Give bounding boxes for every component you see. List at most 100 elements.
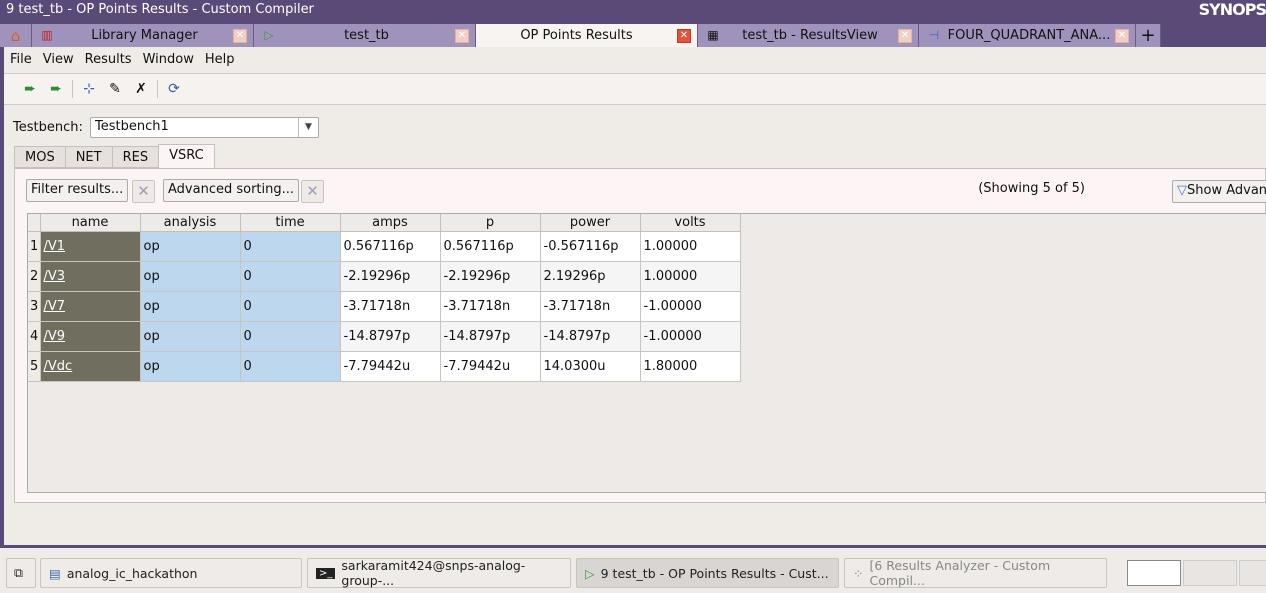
table-row[interactable]: 1/V1 op 0 0.567116p 0.567116p -0.567116p 1.000… bbox=[28, 231, 741, 262]
chevron-down-icon[interactable]: ▼ bbox=[298, 118, 318, 137]
row-number: 1 bbox=[28, 231, 41, 262]
tab-four-quadrant[interactable]: ⊣ FOUR_QUADRANT_ANA... ✕ bbox=[919, 24, 1136, 47]
workspace-1[interactable] bbox=[1127, 560, 1181, 586]
table-row[interactable]: 3/V7 op 0 -3.71718n -3.71718n -3.71718n -1.000… bbox=[28, 291, 741, 322]
tab-net[interactable]: NET bbox=[64, 146, 113, 168]
row-number: 4 bbox=[28, 321, 41, 352]
cell-power: -14.8797p bbox=[540, 321, 641, 352]
cell-p: 0.567116p bbox=[440, 231, 541, 262]
annotate-icon[interactable]: ✎ bbox=[105, 79, 125, 99]
row-number: 3 bbox=[28, 291, 41, 322]
taskbar-item[interactable]: ▷ 9 test_tb - OP Points Results - Cust... bbox=[576, 558, 839, 588]
cell-p: -7.79442u bbox=[440, 351, 541, 382]
toolbar-separator bbox=[72, 80, 73, 98]
cell-volts: 1.00000 bbox=[640, 231, 741, 262]
file-manager-icon: ▤ bbox=[49, 565, 61, 581]
column-header-volts[interactable]: volts bbox=[640, 214, 741, 232]
cell-analysis: op bbox=[140, 351, 241, 382]
windows-icon: ⧉ bbox=[14, 565, 23, 580]
menu-help[interactable]: Help bbox=[205, 52, 235, 67]
tab-library-manager[interactable]: ▥ Library Manager ✕ bbox=[32, 24, 254, 47]
app-window: File View Results Window Help ➨ ➨ ⊹ ✎ ✗ … bbox=[4, 47, 1266, 545]
close-icon[interactable]: ✕ bbox=[455, 28, 469, 43]
cell-name[interactable]: /Vdc bbox=[40, 351, 141, 382]
home-tab[interactable]: ⌂ bbox=[0, 24, 32, 47]
close-icon[interactable]: ✕ bbox=[1115, 28, 1129, 43]
filter-results-button[interactable]: Filter results... bbox=[26, 179, 129, 202]
close-icon[interactable]: ✕ bbox=[677, 28, 691, 43]
triangle-down-icon: ▽ bbox=[1177, 183, 1187, 198]
column-header-name[interactable]: name bbox=[40, 214, 141, 232]
tab-mos[interactable]: MOS bbox=[14, 146, 66, 168]
testbench-select[interactable]: Testbench1 ▼ bbox=[90, 117, 319, 138]
probe-icon[interactable]: ⊹ bbox=[79, 79, 99, 99]
cell-name[interactable]: /V7 bbox=[40, 291, 141, 322]
close-icon[interactable]: ✕ bbox=[233, 28, 247, 43]
clear-sorting-button[interactable]: ✕ bbox=[301, 180, 324, 203]
cell-volts: -1.00000 bbox=[640, 321, 741, 352]
cell-volts: 1.00000 bbox=[640, 261, 741, 292]
workspace-2[interactable] bbox=[1183, 560, 1237, 586]
cell-analysis: op bbox=[140, 291, 241, 322]
mosfet-icon: ⊣ bbox=[928, 27, 940, 42]
new-tab-button[interactable]: + bbox=[1136, 24, 1161, 47]
cell-volts: 1.80000 bbox=[640, 351, 741, 382]
cell-time: 0 bbox=[240, 351, 341, 382]
cell-name[interactable]: /V1 bbox=[40, 231, 141, 262]
column-header-time[interactable]: time bbox=[240, 214, 341, 232]
taskbar-item[interactable]: ⁘ [6 Results Analyzer - Custom Compil... bbox=[844, 558, 1107, 588]
cell-power: -0.567116p bbox=[540, 231, 641, 262]
schematic-icon: ▷ bbox=[264, 27, 274, 42]
advanced-sorting-button[interactable]: Advanced sorting... bbox=[163, 179, 300, 202]
menu-window[interactable]: Window bbox=[143, 52, 194, 67]
plus-icon: + bbox=[1140, 25, 1156, 46]
tab-vsrc[interactable]: VSRC bbox=[158, 144, 215, 168]
menu-view[interactable]: View bbox=[43, 52, 74, 67]
column-header-p[interactable]: p bbox=[440, 214, 541, 232]
table-row[interactable]: 4/V9 op 0 -14.8797p -14.8797p -14.8797p -1.000… bbox=[28, 321, 741, 352]
tab-test-tb[interactable]: ▷ test_tb ✕ bbox=[254, 24, 476, 47]
cell-analysis: op bbox=[140, 321, 241, 352]
refresh-icon[interactable]: ⟳ bbox=[164, 79, 184, 99]
column-header-analysis[interactable]: analysis bbox=[140, 214, 241, 232]
results-analyzer-icon: ⁘ bbox=[853, 565, 864, 581]
cell-volts: -1.00000 bbox=[640, 291, 741, 322]
toolbar-separator bbox=[157, 80, 158, 98]
table-row[interactable]: 2/V3 op 0 -2.19296p -2.19296p 2.19296p 1.00000 bbox=[28, 261, 741, 292]
taskbar-item[interactable]: >_ sarkaramit424@snps-analog-group-... bbox=[307, 558, 571, 588]
table-row[interactable]: 5/Vdc op 0 -7.79442u -7.79442u 14.0300u 1.8000… bbox=[28, 351, 741, 382]
table-icon: ▦ bbox=[707, 27, 719, 42]
taskbar-item[interactable]: ▤ analog_ic_hackathon bbox=[40, 558, 302, 588]
show-desktop-button[interactable]: ⧉ bbox=[6, 558, 36, 588]
cell-time: 0 bbox=[240, 321, 341, 352]
cell-power: -3.71718n bbox=[540, 291, 641, 322]
export-all-icon[interactable]: ➨ bbox=[46, 79, 66, 99]
menu-results[interactable]: Results bbox=[85, 52, 132, 67]
menu-file[interactable]: File bbox=[10, 52, 32, 67]
tab-bar: ⌂ ▥ Library Manager ✕ ▷ test_tb ✕ OP Points … bbox=[0, 24, 1266, 47]
column-header-amps[interactable]: amps bbox=[340, 214, 441, 232]
tab-results-view[interactable]: ▦ test_tb - ResultsView ✕ bbox=[698, 24, 919, 47]
row-number: 2 bbox=[28, 261, 41, 292]
cell-name[interactable]: /V9 bbox=[40, 321, 141, 352]
clear-filter-button[interactable]: ✕ bbox=[132, 180, 155, 203]
result-type-tabs: MOS NET RES VSRC bbox=[14, 144, 215, 168]
results-panel: Filter results... ✕ Advanced sorting... … bbox=[14, 168, 1266, 503]
schematic-icon: ▷ bbox=[585, 565, 595, 581]
show-advanced-button[interactable]: ▽Show Advan bbox=[1172, 180, 1266, 203]
close-icon[interactable]: ✕ bbox=[898, 28, 912, 43]
cell-amps: -14.8797p bbox=[340, 321, 441, 352]
cell-power: 14.0300u bbox=[540, 351, 641, 382]
tab-res[interactable]: RES bbox=[111, 146, 160, 168]
row-number: 5 bbox=[28, 351, 41, 382]
home-icon: ⌂ bbox=[10, 26, 21, 45]
cell-amps: -2.19296p bbox=[340, 261, 441, 292]
workspace-3[interactable] bbox=[1239, 560, 1266, 586]
cell-amps: 0.567116p bbox=[340, 231, 441, 262]
cell-name[interactable]: /V3 bbox=[40, 261, 141, 292]
tab-op-points-results[interactable]: OP Points Results ✕ bbox=[476, 24, 698, 47]
cell-analysis: op bbox=[140, 231, 241, 262]
column-header-power[interactable]: power bbox=[540, 214, 641, 232]
clear-annotation-icon[interactable]: ✗ bbox=[131, 79, 151, 99]
export-icon[interactable]: ➨ bbox=[20, 79, 40, 99]
